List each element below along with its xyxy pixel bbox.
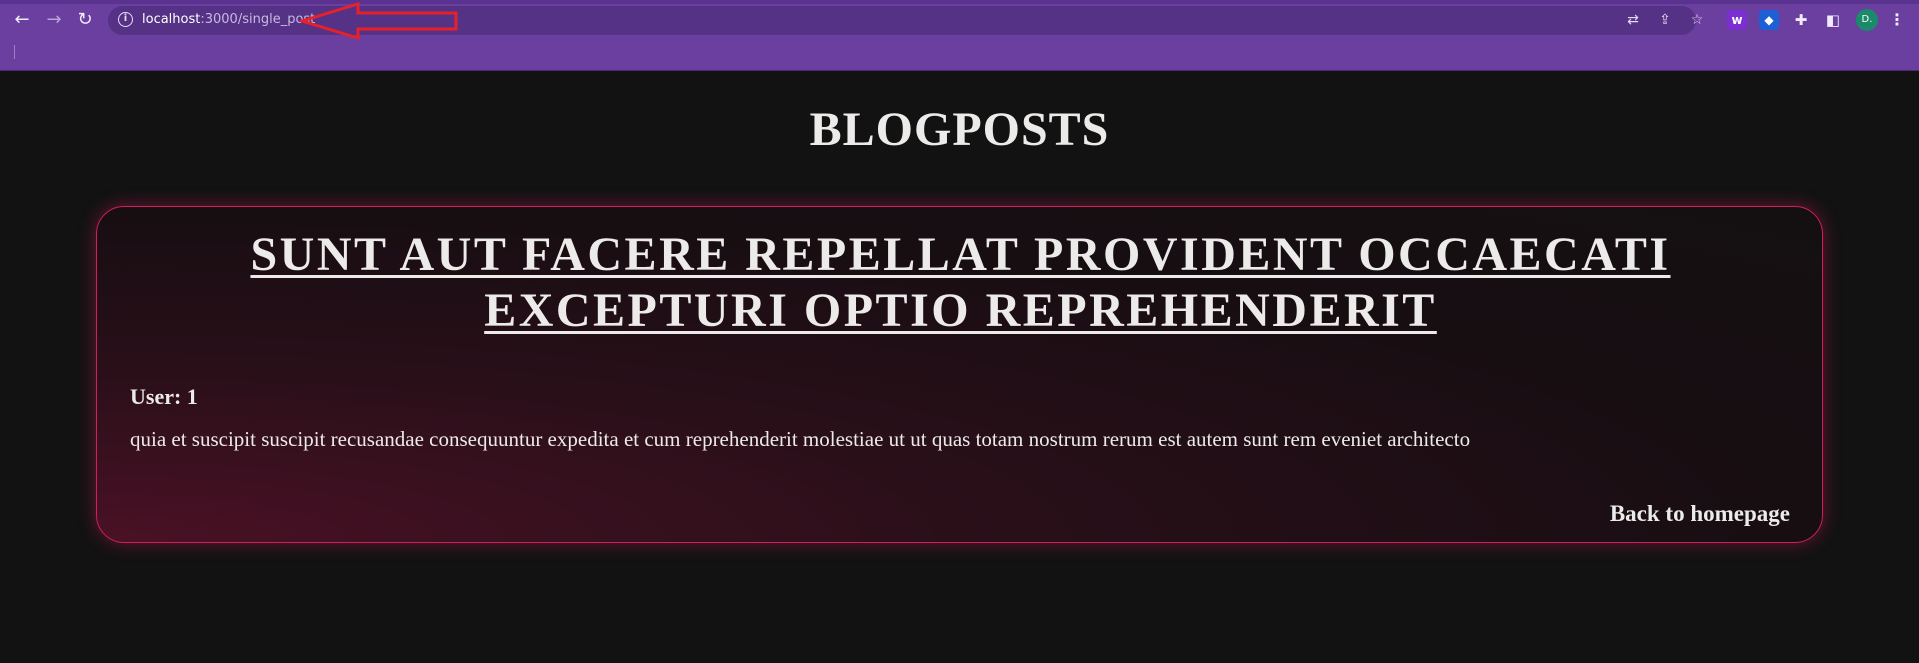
side-panel-icon[interactable]: ◧ xyxy=(1823,10,1843,30)
url-host: localhost xyxy=(142,12,201,27)
translate-icon[interactable]: ⇄ xyxy=(1624,11,1642,29)
bookmark-bar-divider xyxy=(14,45,15,59)
share-icon[interactable]: ⇪ xyxy=(1656,11,1674,29)
shield-extension-icon[interactable]: ◆ xyxy=(1759,10,1779,30)
puzzle-extensions-icon[interactable]: ✚ xyxy=(1791,10,1811,30)
url-path: :3000/single_post xyxy=(200,12,316,27)
avatar[interactable]: D. xyxy=(1856,9,1878,31)
toolbar-divider xyxy=(0,70,1919,71)
back-arrow-icon[interactable]: ← xyxy=(10,8,34,32)
info-icon[interactable]: i xyxy=(118,12,133,27)
post-title: SUNT AUT FACERE REPELLAT PROVIDENT OCCAE… xyxy=(250,228,1671,337)
forward-arrow-icon[interactable]: → xyxy=(42,8,66,32)
url-text[interactable]: localhost:3000/single_post xyxy=(142,11,315,29)
back-to-homepage-link[interactable]: Back to homepage xyxy=(1610,499,1790,529)
post-body: quia et suscipit suscipit recusandae con… xyxy=(130,427,1471,451)
browser-toolbar: ← → ↻ i localhost:3000/single_post ⇄ ⇪ ☆… xyxy=(0,0,1919,71)
kebab-menu-icon[interactable]: ⋮ xyxy=(1888,9,1906,31)
reload-icon[interactable]: ↻ xyxy=(73,8,97,32)
star-icon[interactable]: ☆ xyxy=(1688,11,1706,29)
page-title: BLOGPOSTS xyxy=(809,103,1110,156)
extension-w-icon[interactable]: w xyxy=(1727,10,1747,30)
post-user: User: 1 xyxy=(130,384,198,409)
post-card: SUNT AUT FACERE REPELLAT PROVIDENT OCCAE… xyxy=(96,206,1823,543)
red-annotation-arrow xyxy=(300,2,458,40)
tab-strip-edge xyxy=(0,0,1919,4)
